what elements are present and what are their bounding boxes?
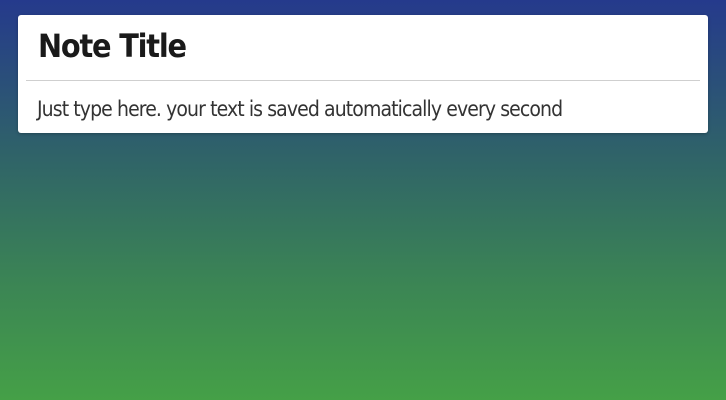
note-title-field[interactable]: Note Title <box>38 26 688 66</box>
note-card: Note Title Just type here. your text is … <box>18 15 708 133</box>
note-body-field[interactable]: Just type here. your text is saved autom… <box>37 94 697 124</box>
title-divider <box>26 80 700 81</box>
